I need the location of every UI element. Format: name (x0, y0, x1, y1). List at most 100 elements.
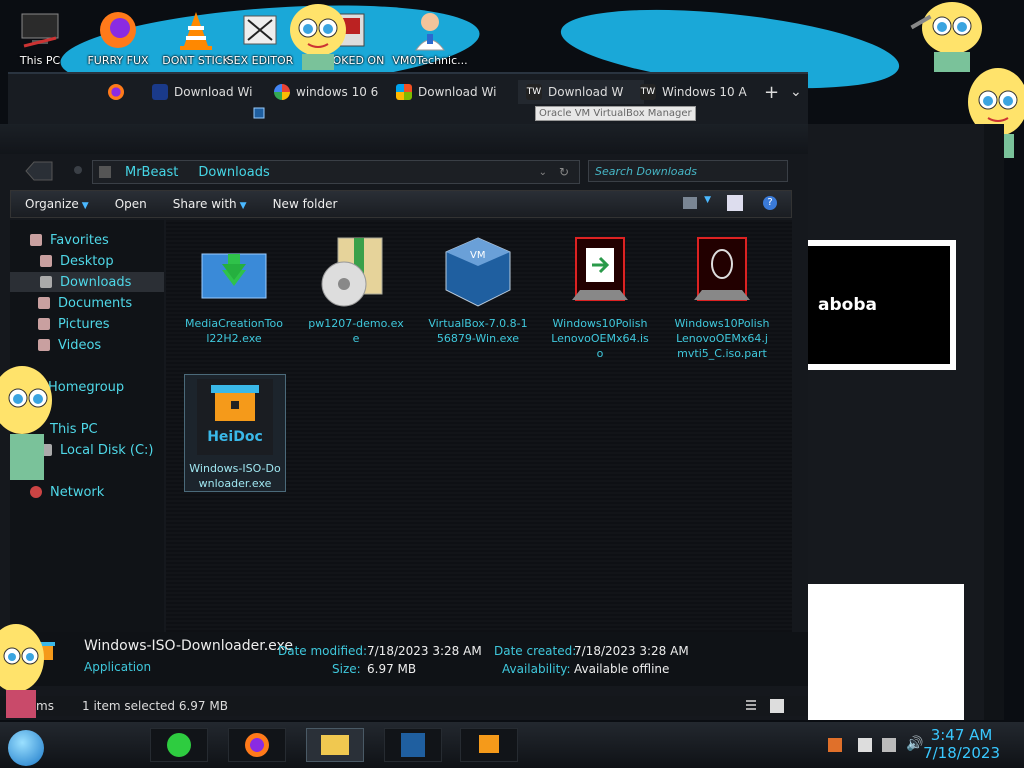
taskbar-app-notes[interactable] (150, 728, 208, 762)
notes-icon (167, 733, 191, 757)
selected-file-name: Windows-ISO-Downloader.exe (84, 638, 293, 654)
nav-item-favorites[interactable]: Favorites (30, 230, 184, 250)
file-explorer-window: MrBeast Downloads ⌄ ↻ Search Downloads O… (0, 124, 808, 720)
desktop-icon (40, 255, 52, 267)
search-input[interactable]: Search Downloads (588, 160, 788, 182)
new-tab-button[interactable]: + (764, 80, 784, 104)
view-options-icon[interactable] (683, 197, 697, 209)
help-icon[interactable]: ? (763, 196, 777, 210)
tooltip: Oracle VM VirtualBox Manager (535, 106, 696, 121)
tw-icon: TW (526, 84, 542, 100)
large-icons-view-icon[interactable] (770, 699, 784, 713)
start-button[interactable] (8, 730, 44, 766)
date-modified-value: 7/18/2023 3:28 AM (367, 644, 482, 658)
desktop-icon-vm0technic[interactable]: VM0Technic... (390, 4, 470, 67)
address-bar[interactable]: MrBeast Downloads ⌄ ↻ (92, 160, 580, 184)
window-frame (0, 124, 808, 154)
documents-icon (38, 297, 50, 309)
folder-icon (99, 166, 111, 178)
file-item[interactable]: pw1207-demo.exe (306, 230, 406, 346)
aboba-panel: aboba (808, 240, 956, 370)
desktop-icon-furry-fux[interactable]: FURRY FUX (78, 4, 158, 67)
window-content-area (808, 584, 964, 720)
videos-icon (38, 339, 50, 351)
google-icon (274, 84, 290, 100)
taskbar-app-firefox[interactable] (228, 728, 286, 762)
date-created-value: 7/18/2023 3:28 AM (574, 644, 689, 658)
organize-button[interactable]: Organize ▼ (25, 197, 89, 211)
file-type: Application (84, 660, 152, 674)
media-creation-tool-icon (196, 234, 272, 310)
availability-value: Available offline (574, 662, 670, 676)
firefox-icon (96, 8, 140, 52)
flag-icon[interactable] (858, 738, 872, 752)
chevron-down-icon[interactable]: ▼ (704, 195, 711, 205)
taskbar-app-virtualbox[interactable] (384, 728, 442, 762)
breadcrumb-downloads[interactable]: Downloads (198, 165, 269, 180)
firefox-icon (245, 733, 269, 757)
preview-pane-icon[interactable] (727, 195, 743, 211)
background-window (808, 124, 1004, 720)
tray-icon[interactable] (828, 738, 842, 752)
computer-icon (18, 8, 62, 52)
cartoon-character-sticker (0, 360, 56, 483)
clock-date: 7/18/2023 (923, 744, 1000, 762)
chevron-down-icon: ▼ (239, 201, 247, 211)
refresh-icon[interactable]: ↻ (559, 165, 569, 179)
virtualbox-icon (401, 733, 425, 757)
command-bar: Organize ▼ Open Share with ▼ New folder ▼ … (10, 190, 792, 218)
volume-icon[interactable]: 🔊 (906, 736, 923, 752)
cartoon-character-sticker (278, 0, 358, 73)
scrollbar[interactable] (984, 124, 1004, 720)
taskbar-app-explorer[interactable] (306, 728, 364, 762)
chevron-down-icon[interactable]: ⌄ (539, 167, 547, 178)
browser-tab-active[interactable]: TW Download W (518, 80, 644, 104)
aboba-title: aboba (818, 295, 877, 315)
file-item[interactable]: VM VirtualBox-7.0.8-156879-Win.exe (428, 230, 528, 346)
network-icon (30, 486, 42, 498)
folder-icon (321, 735, 349, 755)
breadcrumb-mrbeast[interactable]: MrBeast (125, 165, 178, 180)
browser-tab[interactable]: TW Windows 10 A (640, 80, 752, 104)
file-list: MediaCreationTool22H2.exe pw1207-demo.ex… (166, 220, 792, 634)
pictures-icon (38, 318, 50, 330)
star-icon (30, 234, 42, 246)
file-item[interactable]: Windows10PolishLenovoOEMx64.iso (550, 230, 650, 361)
virtualbox-icon: VM (440, 234, 516, 310)
downloads-icon (40, 276, 52, 288)
file-item[interactable]: MediaCreationTool22H2.exe (184, 230, 284, 346)
nav-item-network[interactable]: Network (30, 482, 184, 502)
details-view-icon[interactable] (746, 700, 756, 712)
clock-time: 3:47 AM (930, 726, 993, 744)
selection-status: 1 item selected 6.97 MB (82, 699, 228, 713)
doctor-avatar-icon (408, 8, 452, 52)
share-with-button[interactable]: Share with ▼ (173, 197, 247, 211)
cartoon-character-sticker (0, 618, 44, 721)
open-button[interactable]: Open (115, 197, 147, 211)
clock[interactable]: 3:47 AM 7/18/2023 (923, 726, 1000, 762)
taskbar-app-heidoc[interactable] (460, 728, 518, 762)
new-folder-button[interactable]: New folder (273, 197, 338, 211)
heidoc-logo-text: HeiDoc (207, 429, 263, 445)
recent-locations-icon[interactable] (74, 166, 82, 174)
browser-tab-firefox[interactable] (108, 80, 136, 104)
tab-list-button[interactable]: ⌄ (790, 80, 810, 104)
desktop-icon-this-pc[interactable]: This PC (0, 4, 80, 67)
tw-icon: TW (640, 84, 656, 100)
browser-tab[interactable]: Download Wi (396, 80, 504, 104)
nav-item-downloads[interactable]: Downloads (10, 272, 164, 292)
network-tray-icon[interactable] (882, 738, 896, 752)
file-item-selected[interactable]: HeiDoc Windows-ISO-Downloader.exe (184, 374, 286, 492)
browser-tab[interactable]: Download Wi (152, 80, 256, 104)
alienware-file-icon (684, 234, 760, 310)
chevron-down-icon: ▼ (81, 201, 89, 211)
back-forward-icon[interactable] (22, 158, 56, 184)
virtualbox-small-icon (252, 106, 266, 120)
file-item[interactable]: Windows10PolishLenovoOEMx64.jmvti5_C.iso… (672, 230, 772, 361)
vlc-cone-icon (174, 8, 218, 52)
svg-text:VM: VM (470, 250, 485, 261)
heidoc-icon: HeiDoc (197, 379, 273, 455)
browser-tab[interactable]: windows 10 6 (274, 80, 382, 104)
details-pane: Windows-ISO-Downloader.exe Application D… (0, 632, 808, 686)
editor-icon (238, 8, 282, 52)
